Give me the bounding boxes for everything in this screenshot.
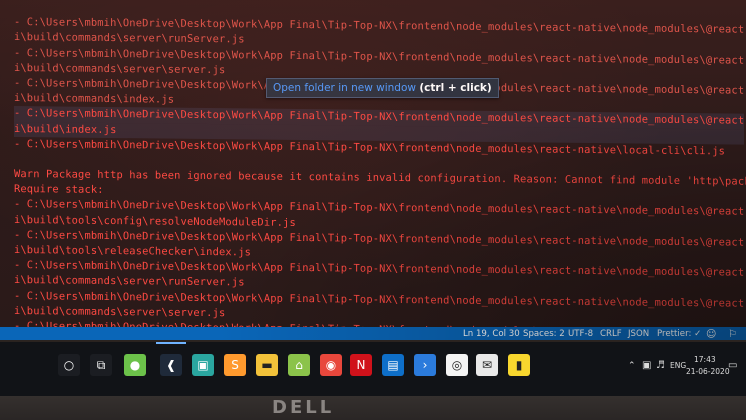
language-mode[interactable]: JSON: [628, 327, 649, 340]
indentation-setting[interactable]: Spaces: 2: [523, 327, 565, 340]
encoding-setting[interactable]: UTF-8: [568, 327, 593, 340]
volume-icon[interactable]: ♬: [656, 360, 665, 371]
dell-logo: DELL: [272, 397, 335, 418]
network-icon[interactable]: ▣: [642, 360, 651, 371]
tray-chevron-icon[interactable]: ⌃: [628, 361, 636, 371]
shortcut-hint: (ctrl + click): [419, 82, 492, 94]
prettier-status[interactable]: Prettier: ✓: [657, 327, 701, 340]
eol-setting[interactable]: CRLF: [600, 327, 622, 340]
clock-date[interactable]: 21-06-2020: [686, 367, 730, 376]
sublime-icon[interactable]: S: [224, 354, 246, 376]
vscode-icon[interactable]: ❰: [160, 354, 182, 376]
photos-icon[interactable]: ▣: [192, 354, 214, 376]
vscode-status-bar: Ln 19, Col 30 Spaces: 2 UTF-8 CRLF JSON …: [0, 327, 746, 340]
terminal-output[interactable]: - C:\Users\mbmih\OneDrive\Desktop\Work\A…: [14, 0, 746, 340]
terminal-icon[interactable]: ›: [414, 354, 436, 376]
sticky-notes-icon[interactable]: ▮: [508, 354, 530, 376]
app-green-icon[interactable]: ●: [124, 354, 146, 376]
clock-time[interactable]: 17:43: [694, 355, 716, 364]
windows-taskbar: ○ ⧉ ● ❰ ▣ S ▬ ⌂ ◉ N ▤ › ◎ ✉ ▮ ⌃ ▣ ♬ ENG 17:43 21-06-20…: [0, 342, 746, 396]
chrome-icon[interactable]: ◉: [320, 354, 342, 376]
laptop-screen: - C:\Users\mbmih\OneDrive\Desktop\Work\A…: [0, 0, 746, 340]
laptop-bezel: [0, 396, 746, 420]
cortana-icon[interactable]: ○: [58, 354, 80, 376]
task-view-icon[interactable]: ⧉: [90, 354, 112, 376]
link-hover-tooltip[interactable]: Open folder in new window (ctrl + click): [266, 78, 499, 98]
language-indicator[interactable]: ENG: [670, 361, 686, 370]
mail-icon[interactable]: ✉: [476, 354, 498, 376]
action-center-icon[interactable]: ▭: [728, 360, 737, 371]
netflix-icon[interactable]: N: [350, 354, 372, 376]
store-icon[interactable]: ▤: [382, 354, 404, 376]
paint-icon[interactable]: ◎: [446, 354, 468, 376]
open-folder-link[interactable]: Open folder in new window: [273, 82, 416, 94]
android-icon[interactable]: ⌂: [288, 354, 310, 376]
system-tray: ⌃ ▣ ♬ ENG 17:43 21-06-2020 ▭: [628, 352, 738, 382]
feedback-icon[interactable]: ☺: [706, 327, 716, 340]
cursor-position[interactable]: Ln 19, Col 30: [463, 327, 520, 340]
active-app-indicator: [156, 342, 186, 344]
notifications-bell-icon[interactable]: ⚐: [728, 327, 737, 340]
file-explorer-icon[interactable]: ▬: [256, 354, 278, 376]
